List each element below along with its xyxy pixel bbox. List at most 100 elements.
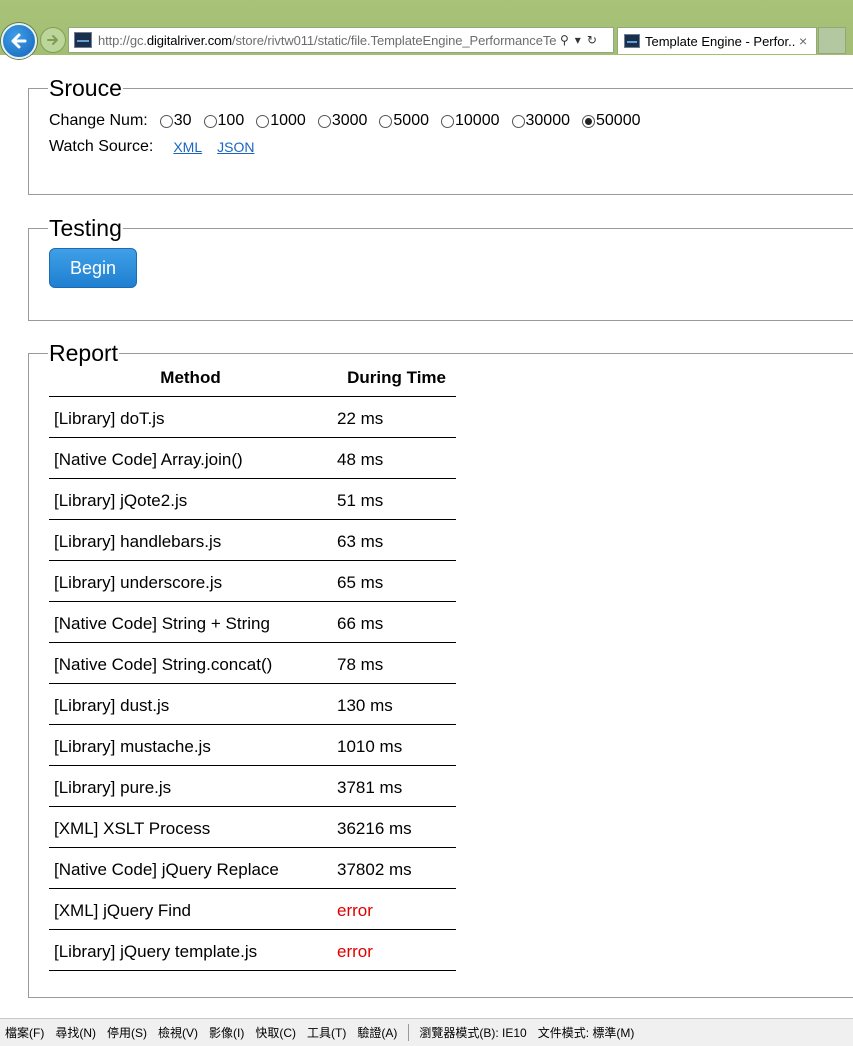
- radio-50000[interactable]: 50000: [582, 112, 651, 130]
- search-icon[interactable]: ⚲: [560, 33, 569, 47]
- radio-10000[interactable]: 10000: [441, 112, 510, 130]
- address-url[interactable]: http://gc.digitalriver.com/store/rivtw01…: [98, 33, 556, 48]
- method-cell: [Library] underscore.js: [49, 560, 332, 602]
- radio-label: 50000: [596, 112, 641, 129]
- report-fieldset: Report Method During Time [Library] doT.…: [28, 340, 853, 998]
- time-cell: 51 ms: [332, 478, 456, 520]
- menu-separator: [408, 1024, 410, 1041]
- time-cell: 48 ms: [332, 437, 456, 479]
- time-cell: 63 ms: [332, 519, 456, 561]
- developer-tools-bar: 檔案(F) 尋找(N) 停用(S) 檢視(V) 影像(I) 快取(C) 工具(T…: [0, 1018, 853, 1046]
- method-cell: [XML] jQuery Find: [49, 888, 332, 930]
- radio-30[interactable]: 30: [159, 112, 202, 130]
- table-row: [Library] handlebars.js 63 ms: [49, 519, 456, 561]
- report-table-body: [Library] doT.js 22 ms [Native Code] Array…: [49, 396, 456, 971]
- menu-tools[interactable]: 工具(T): [307, 1024, 346, 1041]
- radio-circle-icon[interactable]: [317, 114, 331, 128]
- menu-find[interactable]: 尋找(N): [55, 1024, 96, 1041]
- site-favicon-icon: [74, 32, 92, 48]
- begin-button[interactable]: Begin: [49, 248, 137, 288]
- close-icon[interactable]: ×: [799, 33, 807, 49]
- time-cell: 1010 ms: [332, 724, 456, 766]
- source-fieldset: Srouce Change Num: 30 100 1000 3000 5000…: [28, 75, 853, 195]
- table-row: [Library] pure.js 3781 ms: [49, 765, 456, 807]
- table-row: [Native Code] String + String 66 ms: [49, 601, 456, 643]
- time-cell: 65 ms: [332, 560, 456, 602]
- method-cell: [Library] dust.js: [49, 683, 332, 725]
- radio-label: 30000: [525, 112, 571, 129]
- time-cell: 3781 ms: [332, 765, 456, 807]
- xml-link[interactable]: XML: [173, 139, 202, 155]
- new-tab-button[interactable]: [818, 27, 846, 54]
- time-column-header: During Time: [332, 367, 456, 397]
- testing-legend: Testing: [49, 215, 122, 241]
- radio-circle-icon[interactable]: [256, 114, 270, 128]
- table-row: [Library] jQuery template.js error: [49, 929, 456, 971]
- menu-images[interactable]: 影像(I): [209, 1024, 244, 1041]
- radio-label: 100: [217, 112, 245, 129]
- table-row: [XML] jQuery Find error: [49, 888, 456, 930]
- radio-circle-icon[interactable]: [379, 114, 393, 128]
- menu-file[interactable]: 檔案(F): [5, 1024, 44, 1041]
- json-link[interactable]: JSON: [217, 139, 254, 155]
- time-cell: 22 ms: [332, 396, 456, 438]
- radio-3000[interactable]: 3000: [317, 112, 378, 130]
- radio-checked-icon[interactable]: [582, 114, 595, 128]
- browser-chrome: http://gc.digitalriver.com/store/rivtw01…: [0, 0, 853, 59]
- radio-label: 10000: [455, 112, 500, 129]
- method-cell: [Library] doT.js: [49, 396, 332, 438]
- radio-circle-icon[interactable]: [441, 114, 454, 128]
- error-time-cell: error: [332, 888, 456, 930]
- back-button[interactable]: [1, 23, 37, 59]
- browser-mode-menu[interactable]: 瀏覽器模式(B): IE10: [419, 1024, 526, 1041]
- method-cell: [Library] handlebars.js: [49, 519, 332, 561]
- report-table: Method During Time [Library] doT.js 22 ms…: [49, 367, 456, 971]
- time-cell: 66 ms: [332, 601, 456, 643]
- time-cell: 130 ms: [332, 683, 456, 725]
- method-cell: [Native Code] Array.join(): [49, 437, 332, 479]
- chevron-down-icon[interactable]: ▾: [575, 33, 581, 47]
- radio-circle-icon[interactable]: [159, 114, 173, 128]
- browser-tab[interactable]: Template Engine - Perfor... ×: [617, 27, 817, 54]
- radio-label: 3000: [331, 112, 368, 129]
- table-row: [Native Code] String.concat() 78 ms: [49, 642, 456, 684]
- menu-view[interactable]: 檢視(V): [158, 1024, 198, 1041]
- document-mode-menu[interactable]: 文件模式: 標準(M): [538, 1024, 635, 1041]
- radio-100[interactable]: 100: [203, 112, 255, 130]
- method-column-header: Method: [49, 367, 332, 397]
- radio-label: 30: [173, 112, 192, 129]
- refresh-icon[interactable]: ↻: [587, 33, 597, 47]
- method-cell: [Native Code] String + String: [49, 601, 332, 643]
- watch-source-label: Watch Source:: [49, 138, 154, 155]
- testing-fieldset: Testing Begin: [28, 215, 853, 321]
- method-cell: [Library] jQote2.js: [49, 478, 332, 520]
- menu-disable[interactable]: 停用(S): [107, 1024, 147, 1041]
- table-row: [Native Code] jQuery Replace 37802 ms: [49, 847, 456, 889]
- method-cell: [Native Code] String.concat(): [49, 642, 332, 684]
- radio-1000[interactable]: 1000: [256, 112, 316, 130]
- address-bar[interactable]: http://gc.digitalriver.com/store/rivtw01…: [68, 27, 614, 53]
- radio-circle-icon[interactable]: [511, 114, 525, 128]
- radio-label: 5000: [393, 112, 429, 129]
- page-content: Srouce Change Num: 30 100 1000 3000 5000…: [0, 55, 853, 1018]
- forward-button[interactable]: [40, 27, 66, 53]
- menu-validate[interactable]: 驗證(A): [357, 1024, 397, 1041]
- radio-label: 1000: [270, 112, 306, 129]
- watch-source-row: Watch Source: XML JSON: [49, 134, 853, 160]
- url-path: /store/rivtw011/static/file.TemplateEngi…: [231, 32, 556, 48]
- table-row: [XML] XSLT Process 36216 ms: [49, 806, 456, 848]
- radio-circle-icon[interactable]: [203, 114, 217, 128]
- forward-arrow-icon: [47, 35, 58, 45]
- table-header-row: Method During Time: [49, 367, 456, 397]
- method-cell: [Native Code] jQuery Replace: [49, 847, 332, 889]
- radio-5000[interactable]: 5000: [379, 112, 439, 130]
- radio-30000[interactable]: 30000: [511, 112, 581, 130]
- method-cell: [Library] mustache.js: [49, 724, 332, 766]
- menu-cache[interactable]: 快取(C): [255, 1024, 296, 1041]
- time-cell: 78 ms: [332, 642, 456, 684]
- error-time-cell: error: [332, 929, 456, 971]
- time-cell: 36216 ms: [332, 806, 456, 848]
- source-legend: Srouce: [49, 75, 122, 101]
- method-cell: [XML] XSLT Process: [49, 806, 332, 848]
- method-cell: [Library] pure.js: [49, 765, 332, 807]
